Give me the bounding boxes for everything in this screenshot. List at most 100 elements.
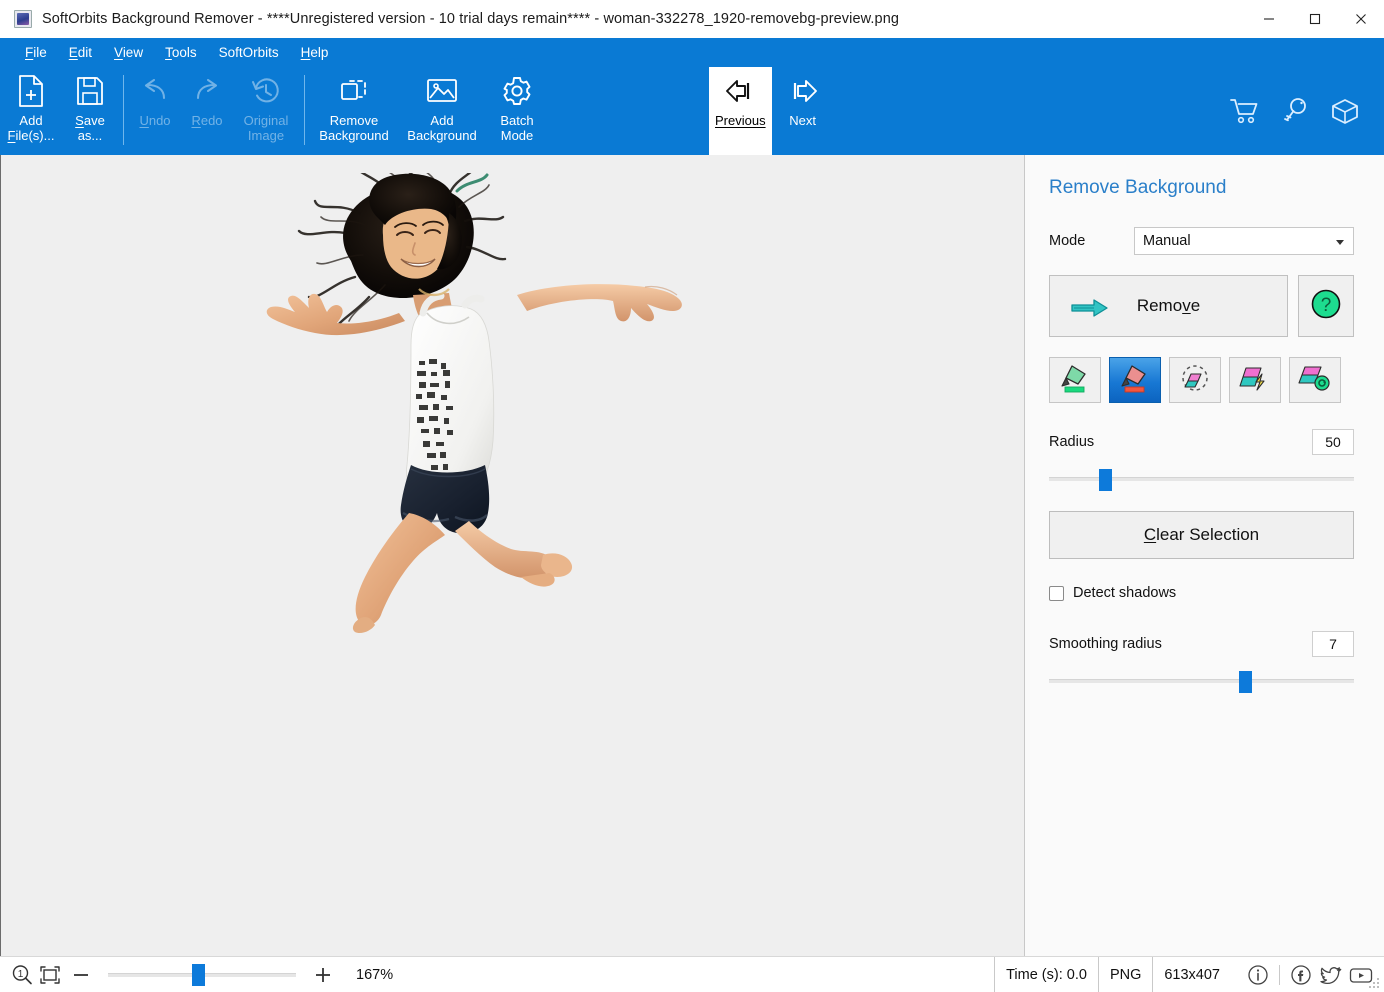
title-bar: SoftOrbits Background Remover - ****Unre… [0,0,1384,38]
menu-softorbits[interactable]: SoftOrbits [208,42,290,63]
app-icon [14,10,32,28]
zoom-slider-thumb[interactable] [191,963,205,986]
eraser-tool[interactable] [1169,357,1221,403]
undo-button[interactable]: Undo [129,67,181,155]
maximize-button[interactable] [1292,0,1338,38]
detect-shadows-checkbox[interactable] [1049,585,1064,601]
remove-background-button[interactable]: Remove Background [310,67,398,155]
left-leg [355,513,445,626]
history-icon [250,71,282,111]
format-label: PNG [1097,957,1152,992]
status-right: Time (s): 0.0 PNG 613x407 [994,957,1384,992]
next-button[interactable]: Next [772,67,834,155]
remove-button-label: Remove [1136,296,1201,315]
zoom-in-button[interactable] [306,961,340,989]
redo-icon [191,71,223,111]
minimize-button[interactable] [1246,0,1292,38]
status-bar: 1 167% Time (s): 0.0 PNG 613x407 [0,956,1384,992]
smoothing-radius-label: Smoothing radius [1049,636,1162,652]
help-button[interactable]: ? [1298,275,1354,337]
batch-mode-label: Batch Mode [500,113,534,143]
gear-icon [501,71,533,111]
svg-text:?: ? [1321,295,1332,316]
previous-button[interactable]: Previous [709,67,772,155]
remove-marker-tool[interactable] [1109,357,1161,403]
mode-label: Mode [1049,233,1086,249]
mode-value: Manual [1143,233,1191,249]
menu-file[interactable]: File [14,42,58,63]
zoom-percent-label: 167% [356,966,394,983]
radius-control: Radius 50 [1049,429,1354,491]
previous-label: Previous [715,113,766,128]
redo-button[interactable]: Redo [181,67,233,155]
add-files-button[interactable]: Add File(s)... [0,67,62,155]
undo-label: Undo [139,113,171,128]
twitter-icon[interactable] [1318,962,1344,988]
radius-label: Radius [1049,434,1095,450]
add-file-icon [16,71,46,111]
radius-value[interactable]: 50 [1312,429,1354,455]
remove-row: Remove ? [1049,275,1354,337]
magic-wand-tool[interactable] [1229,357,1281,403]
zoom-100-icon[interactable]: 1 [8,961,36,989]
menu-help[interactable]: Help [290,42,340,63]
smoothing-radius-control: Smoothing radius 7 [1049,631,1354,693]
mode-row: Mode Manual [1049,227,1354,255]
red-marker-icon [1118,362,1152,399]
image-canvas[interactable] [0,155,1025,956]
radius-slider[interactable] [1049,469,1354,491]
next-label: Next [789,113,816,128]
ribbon-right-icons [1228,67,1362,155]
right-leg [455,521,552,579]
menu-tools[interactable]: Tools [154,42,208,63]
remove-button[interactable]: Remove [1049,275,1288,337]
smoothing-slider-rail [1049,679,1354,683]
question-circle-icon: ? [1309,287,1343,326]
toolbar-ribbon: Add File(s)... Save as... Undo Redo Orig… [0,67,1384,155]
smoothing-radius-slider[interactable] [1049,671,1354,693]
menu-edit[interactable]: Edit [58,42,103,63]
status-divider [1279,964,1280,985]
menu-view[interactable]: View [103,42,154,63]
ribbon-separator-1 [123,75,124,145]
original-image-label: Original Image [243,113,289,143]
box-icon[interactable] [1328,94,1362,128]
save-as-label: Save as... [75,113,105,143]
ribbon-group-navigation: Previous Next [709,67,834,155]
left-arm [266,293,405,336]
clear-selection-button[interactable]: Clear Selection [1049,511,1354,559]
keep-marker-tool[interactable] [1049,357,1101,403]
arrow-left-icon [723,71,757,111]
zoom-slider[interactable] [102,961,302,989]
social-icons [1231,962,1384,988]
remove-background-label: Remove Background [319,113,389,143]
smoothing-slider-thumb[interactable] [1238,671,1252,693]
ribbon-group-history: Undo Redo Original Image [129,67,299,155]
key-icon[interactable] [1278,94,1312,128]
facebook-icon[interactable] [1288,962,1314,988]
add-files-label: Add File(s)... [7,113,55,143]
info-circle-icon[interactable] [1245,962,1271,988]
smoothing-radius-value[interactable]: 7 [1312,631,1354,657]
fit-to-window-icon[interactable] [36,961,64,989]
application-window: SoftOrbits Background Remover - ****Unre… [0,0,1384,992]
mode-select[interactable]: Manual [1134,227,1354,255]
eraser-icon [1178,362,1212,399]
original-image-button[interactable]: Original Image [233,67,299,155]
right-arm [517,284,682,322]
save-as-button[interactable]: Save as... [62,67,118,155]
auto-refresh-tool[interactable] [1289,357,1341,403]
add-background-button[interactable]: Add Background [398,67,486,155]
ribbon-group-background: Remove Background Add Background Batch M… [310,67,548,155]
save-icon [75,71,105,111]
dimensions-label: 613x407 [1152,957,1231,992]
ribbon-separator-2 [304,75,305,145]
batch-mode-button[interactable]: Batch Mode [486,67,548,155]
close-button[interactable] [1338,0,1384,38]
zoom-out-button[interactable] [64,961,98,989]
detect-shadows-row[interactable]: Detect shadows [1049,585,1354,601]
shopping-cart-icon[interactable] [1228,94,1262,128]
resize-grip[interactable] [1368,977,1381,990]
main-body: Remove Background Mode Manual Remove ? R… [0,155,1384,956]
radius-slider-thumb[interactable] [1098,469,1112,491]
